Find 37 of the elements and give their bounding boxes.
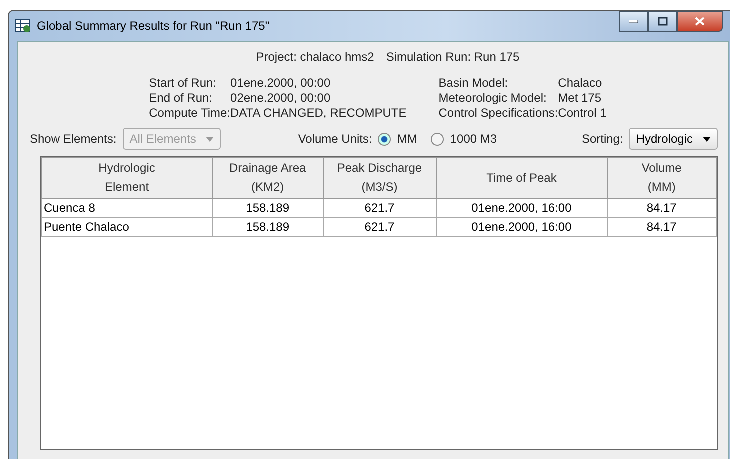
info-value: Met 175 xyxy=(558,91,603,105)
radio-button[interactable] xyxy=(378,132,392,146)
minimize-button[interactable] xyxy=(619,11,648,32)
info-value: 01ene.2000, 00:00 xyxy=(230,76,332,90)
volume-units-label: Volume Units: xyxy=(298,132,372,146)
close-icon xyxy=(695,17,705,26)
info-label: Start of Run: xyxy=(149,76,218,90)
info-value: 02ene.2000, 00:00 xyxy=(230,91,332,105)
info-value: Control 1 xyxy=(558,106,607,120)
radio-button[interactable] xyxy=(431,132,444,146)
column-header[interactable]: Hydrologic Element xyxy=(42,158,213,198)
maximize-button[interactable] xyxy=(648,11,677,32)
window-title: Global Summary Results for Run "Run 175" xyxy=(37,19,270,33)
column-header[interactable]: Time of Peak xyxy=(436,158,608,198)
info-label: Control Specifications: xyxy=(438,106,558,120)
radio-label: MM xyxy=(397,132,418,146)
sorting-dropdown[interactable]: Hydrologic xyxy=(629,128,718,150)
simulation-run-label: Simulation Run: Run 175 xyxy=(386,50,520,64)
table-icon xyxy=(15,19,31,33)
info-value: Chalaco xyxy=(558,76,604,90)
show-elements-label: Show Elements: xyxy=(30,132,117,146)
column-header[interactable]: Peak Discharge (M3/S) xyxy=(323,158,436,198)
caret-icon xyxy=(703,136,712,142)
info-label: Basin Model: xyxy=(438,76,510,90)
info-value: DATA CHANGED, RECOMPUTE xyxy=(230,106,407,120)
caret-icon xyxy=(206,136,214,142)
column-header[interactable]: Drainage Area (KM2) xyxy=(212,158,324,198)
info-label: Meteorologic Model: xyxy=(438,91,548,105)
column-header[interactable]: Volume (MM) xyxy=(607,158,716,198)
maximize-icon xyxy=(658,17,668,26)
info-label: Compute Time: xyxy=(149,106,231,120)
info-label: End of Run: xyxy=(149,91,214,105)
close-button[interactable] xyxy=(677,11,723,32)
radio-label: 1000 M3 xyxy=(450,132,498,146)
minimize-icon xyxy=(629,20,638,23)
sorting-label: Sorting: xyxy=(582,132,624,146)
project-label: Project: chalaco hms2 xyxy=(256,50,374,64)
